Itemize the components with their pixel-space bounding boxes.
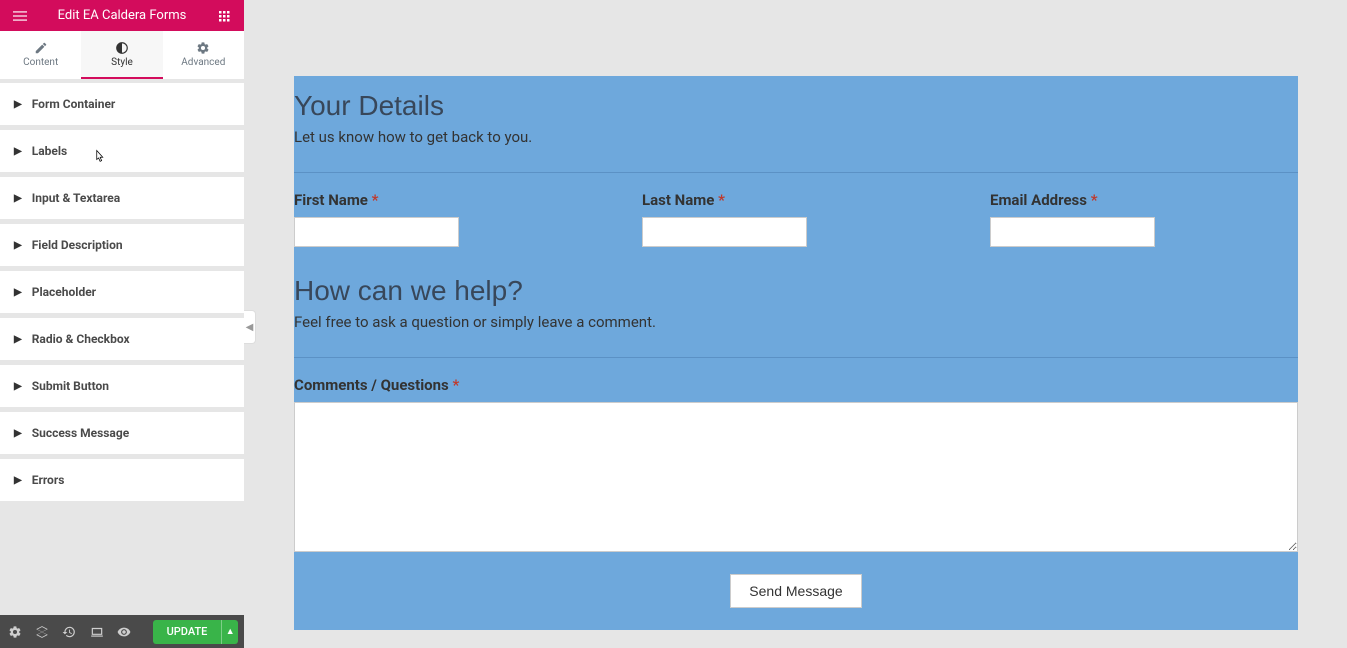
form-container: Your Details Let us know how to get back… [294,76,1298,630]
caret-right-icon: ▶ [14,240,22,251]
section-label: Labels [32,144,67,158]
history-icon[interactable] [61,623,78,641]
required-mark: * [453,376,460,394]
section-label: Form Container [32,97,116,111]
label-text: Comments / Questions [294,376,449,394]
field-label: Last Name * [642,191,950,209]
caret-right-icon: ▶ [14,428,22,439]
field-first-name: First Name * [294,191,602,247]
preview-icon[interactable] [115,623,132,641]
field-label: Email Address * [990,191,1298,209]
sidebar-header: Edit EA Caldera Forms [0,0,244,31]
send-message-button[interactable]: Send Message [730,574,861,608]
accordion-list: ▶ Form Container ▶ Labels ▶ Input & Textare… [0,79,244,615]
section-label: Radio & Checkbox [32,332,130,346]
caret-right-icon: ▶ [14,99,22,110]
field-last-name: Last Name * [642,191,950,247]
section-labels[interactable]: ▶ Labels [0,130,244,172]
label-text: Last Name [642,191,714,209]
section-title: Your Details [294,76,1298,128]
section-title: How can we help? [294,261,1298,313]
required-mark: * [372,191,379,209]
caret-right-icon: ▶ [14,146,22,157]
tab-style[interactable]: Style [81,31,162,79]
panel-title: Edit EA Caldera Forms [32,8,212,23]
navigator-icon[interactable] [33,623,50,641]
section-radio-checkbox[interactable]: ▶ Radio & Checkbox [0,318,244,360]
section-form-container[interactable]: ▶ Form Container [0,83,244,125]
divider [294,357,1298,358]
sidebar: Edit EA Caldera Forms Content Style Ad [0,0,244,648]
tab-content[interactable]: Content [0,31,81,79]
field-email: Email Address * [990,191,1298,247]
caret-up-icon[interactable]: ▲ [221,620,238,644]
section-label: Placeholder [32,285,96,299]
section-label: Input & Textarea [32,191,120,205]
section-input-textarea[interactable]: ▶ Input & Textarea [0,177,244,219]
first-name-input[interactable] [294,217,459,247]
tab-content-label: Content [23,57,58,68]
update-button-label: UPDATE [153,620,222,644]
responsive-icon[interactable] [88,623,105,641]
canvas[interactable]: Your Details Let us know how to get back… [244,0,1347,648]
settings-icon[interactable] [6,623,23,641]
pencil-icon [34,41,48,55]
section-label: Field Description [32,238,123,252]
caret-right-icon: ▶ [14,193,22,204]
caret-right-icon: ▶ [14,334,22,345]
tab-advanced[interactable]: Advanced [163,31,244,79]
caret-right-icon: ▶ [14,287,22,298]
divider [294,172,1298,173]
field-label: First Name * [294,191,602,209]
section-errors[interactable]: ▶ Errors [0,459,244,501]
label-text: First Name [294,191,368,209]
section-label: Submit Button [32,379,109,393]
section-label: Success Message [32,426,129,440]
section-field-description[interactable]: ▶ Field Description [0,224,244,266]
section-description: Feel free to ask a question or simply le… [294,313,1298,351]
update-button[interactable]: UPDATE ▲ [153,620,238,644]
footer-bar: UPDATE ▲ [0,615,244,648]
email-input[interactable] [990,217,1155,247]
apps-icon[interactable] [212,4,236,28]
tab-style-label: Style [111,57,133,68]
caret-right-icon: ▶ [14,475,22,486]
contrast-icon [115,41,129,55]
menu-icon[interactable] [8,4,32,28]
required-mark: * [1091,191,1098,209]
collapse-sidebar-handle[interactable]: ◀ [244,310,256,344]
gear-icon [196,41,210,55]
field-label: Comments / Questions * [294,376,1298,394]
last-name-input[interactable] [642,217,807,247]
comments-textarea[interactable] [294,402,1298,552]
section-description: Let us know how to get back to you. [294,128,1298,166]
caret-right-icon: ▶ [14,381,22,392]
tab-bar: Content Style Advanced [0,31,244,79]
section-success-message[interactable]: ▶ Success Message [0,412,244,454]
section-label: Errors [32,473,65,487]
section-submit-button[interactable]: ▶ Submit Button [0,365,244,407]
section-placeholder[interactable]: ▶ Placeholder [0,271,244,313]
tab-advanced-label: Advanced [181,57,225,68]
label-text: Email Address [990,191,1087,209]
required-mark: * [718,191,725,209]
